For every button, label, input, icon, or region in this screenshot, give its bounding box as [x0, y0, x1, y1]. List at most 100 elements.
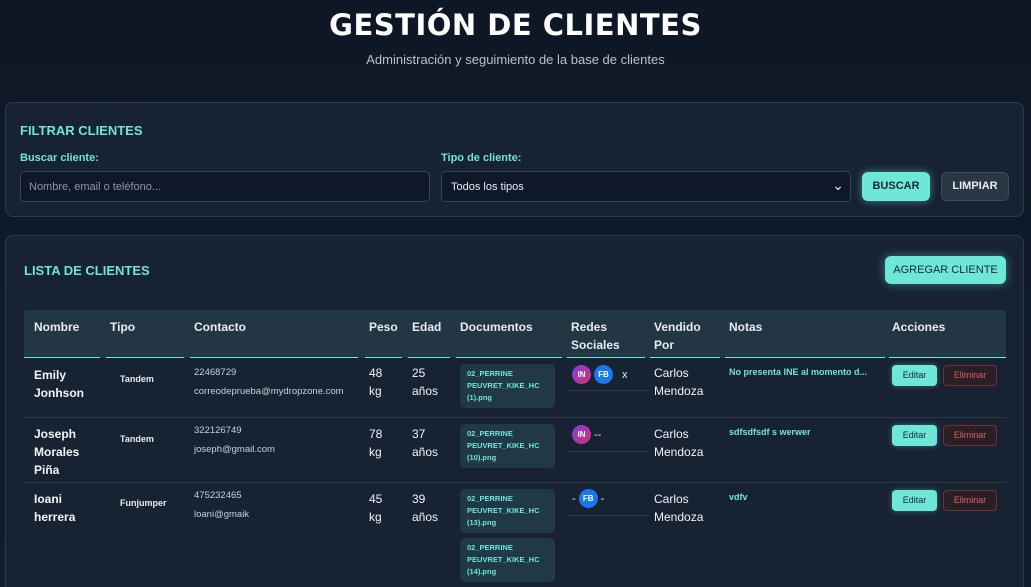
- filter-panel: FILTRAR CLIENTES Buscar cliente: Nombre,…: [5, 102, 1024, 217]
- add-client-button[interactable]: AGREGAR CLIENTE: [885, 256, 1006, 284]
- social-suffix: --: [594, 428, 602, 441]
- chevron-down-icon: ⌄: [832, 177, 844, 193]
- client-note: vdfv: [729, 492, 748, 502]
- col-redes[interactable]: Redes Sociales: [571, 318, 620, 354]
- social-divider: [567, 515, 649, 516]
- page-header: GESTIÓN DE CLIENTES Administración y seg…: [0, 0, 1031, 96]
- social-suffix: x: [622, 368, 628, 381]
- search-label: Buscar cliente:: [20, 152, 99, 164]
- doc-name-line: (10).png: [467, 453, 497, 462]
- age-unit: años: [412, 510, 439, 524]
- doc-name-line: (13).png: [467, 518, 497, 527]
- col-edad[interactable]: Edad: [412, 318, 441, 336]
- doc-name-line: (14).png: [467, 567, 497, 576]
- weight-unit: kg: [369, 510, 382, 524]
- search-button[interactable]: BUSCAR: [862, 172, 930, 201]
- client-weight: 45 kg: [369, 490, 382, 526]
- client-type: Tandem: [120, 434, 154, 444]
- list-title: LISTA DE CLIENTES: [24, 263, 150, 278]
- col-redes-line1: Redes: [571, 320, 608, 334]
- document-link[interactable]: 02_PERRINE PEUVRET_KIKE_HC (13).png: [460, 489, 555, 533]
- client-note: No presenta INE al momento d...: [729, 367, 868, 377]
- social-cell: IN --: [572, 425, 601, 444]
- client-phone: 475232465: [194, 490, 242, 501]
- col-peso[interactable]: Peso: [369, 318, 398, 336]
- seller-line: Mendoza: [654, 445, 704, 459]
- page-title: GESTIÓN DE CLIENTES: [329, 8, 702, 42]
- col-notas[interactable]: Notas: [729, 318, 762, 336]
- documents-cell: 02_PERRINE PEUVRET_KIKE_HC (10).png: [460, 424, 555, 473]
- col-acciones[interactable]: Acciones: [892, 318, 945, 336]
- doc-name-line: (1).png: [467, 393, 492, 402]
- instagram-icon[interactable]: IN: [572, 425, 591, 444]
- facebook-icon[interactable]: FB: [578, 489, 598, 508]
- col-nombre[interactable]: Nombre: [34, 318, 79, 336]
- weight-value: 48: [369, 366, 383, 380]
- type-select[interactable]: Todos los tipos ⌄: [441, 171, 851, 202]
- col-vendido-line1: Vendido: [654, 320, 701, 334]
- documents-cell: 02_PERRINE PEUVRET_KIKE_HC (13).png 02_P…: [460, 489, 555, 587]
- table-row[interactable]: Ioani herrera Funjumper 475232465 loani@…: [24, 483, 1006, 587]
- client-name-line: herrera: [34, 510, 76, 524]
- doc-name-line: 02_PERRINE: [467, 369, 513, 378]
- client-name-line: Emily: [34, 368, 67, 382]
- facebook-icon[interactable]: FB: [594, 365, 613, 384]
- doc-name-line: PEUVRET_KIKE_HC: [467, 555, 540, 564]
- col-contacto[interactable]: Contacto: [194, 318, 246, 336]
- client-type: Funjumper: [120, 498, 167, 508]
- col-vendido[interactable]: Vendido Por: [654, 318, 701, 354]
- seller: Carlos Mendoza: [654, 364, 703, 400]
- age-value: 37: [412, 427, 426, 441]
- social-suffix: -: [600, 492, 605, 505]
- age-value: 25: [412, 366, 426, 380]
- doc-name-line: 02_PERRINE: [467, 543, 513, 552]
- col-vendido-line2: Por: [654, 338, 675, 352]
- client-name-line: Ioani: [34, 492, 63, 506]
- delete-button[interactable]: Eliminar: [943, 490, 997, 511]
- col-redes-line2: Sociales: [571, 338, 620, 352]
- edit-button[interactable]: Editar: [892, 425, 937, 446]
- seller-line: Carlos: [654, 427, 689, 441]
- age-unit: años: [412, 384, 439, 398]
- weight-value: 78: [369, 427, 383, 441]
- table-header: Nombre Tipo Contacto Peso Edad Documento…: [24, 310, 1006, 358]
- edit-button[interactable]: Editar: [892, 365, 937, 386]
- doc-name-line: 02_PERRINE: [467, 494, 513, 503]
- client-email: loani@gmaik: [194, 509, 250, 520]
- col-tipo[interactable]: Tipo: [110, 318, 135, 336]
- client-email: correodeprueba@mydropzone.com: [194, 386, 344, 397]
- client-name: Joseph Morales Piña: [34, 425, 79, 479]
- seller-line: Carlos: [654, 492, 689, 506]
- client-age: 39 años: [412, 490, 438, 526]
- doc-name-line: PEUVRET_KIKE_HC: [467, 441, 540, 450]
- seller-line: Mendoza: [654, 510, 704, 524]
- table-row[interactable]: Emily Jonhson Tandem 22468729 correodepr…: [24, 358, 1006, 418]
- client-note: sdfsdfsdf s werwer: [729, 427, 811, 437]
- delete-button[interactable]: Eliminar: [943, 365, 997, 386]
- client-age: 37 años: [412, 425, 438, 461]
- seller: Carlos Mendoza: [654, 490, 703, 526]
- document-link[interactable]: 02_PERRINE PEUVRET_KIKE_HC (10).png: [460, 424, 555, 468]
- client-type: Tandem: [120, 374, 154, 384]
- document-link[interactable]: 02_PERRINE PEUVRET_KIKE_HC (1).png: [460, 364, 555, 408]
- edit-button[interactable]: Editar: [892, 490, 937, 511]
- table-row[interactable]: Joseph Morales Piña Tandem 322126749 jos…: [24, 418, 1006, 483]
- client-name-line: Morales: [34, 445, 80, 459]
- doc-name-line: PEUVRET_KIKE_HC: [467, 506, 540, 515]
- social-divider: [567, 451, 649, 452]
- document-link[interactable]: 02_PERRINE PEUVRET_KIKE_HC (14).png: [460, 538, 555, 582]
- search-input[interactable]: Nombre, email o teléfono...: [20, 171, 430, 202]
- client-phone: 322126749: [194, 425, 242, 436]
- social-divider: [567, 390, 649, 391]
- clients-table: Nombre Tipo Contacto Peso Edad Documento…: [24, 310, 1006, 587]
- client-name: Ioani herrera: [34, 490, 75, 526]
- weight-value: 45: [369, 492, 383, 506]
- delete-button[interactable]: Eliminar: [943, 425, 997, 446]
- client-name-line: Piña: [34, 463, 60, 477]
- page-subtitle: Administración y seguimiento de la base …: [366, 52, 665, 67]
- client-contact: 475232465 loani@gmaik: [194, 486, 249, 524]
- col-documentos[interactable]: Documentos: [460, 318, 533, 336]
- instagram-icon[interactable]: IN: [572, 365, 591, 384]
- clear-button[interactable]: LIMPIAR: [941, 172, 1009, 201]
- type-select-value: Todos los tipos: [451, 181, 524, 193]
